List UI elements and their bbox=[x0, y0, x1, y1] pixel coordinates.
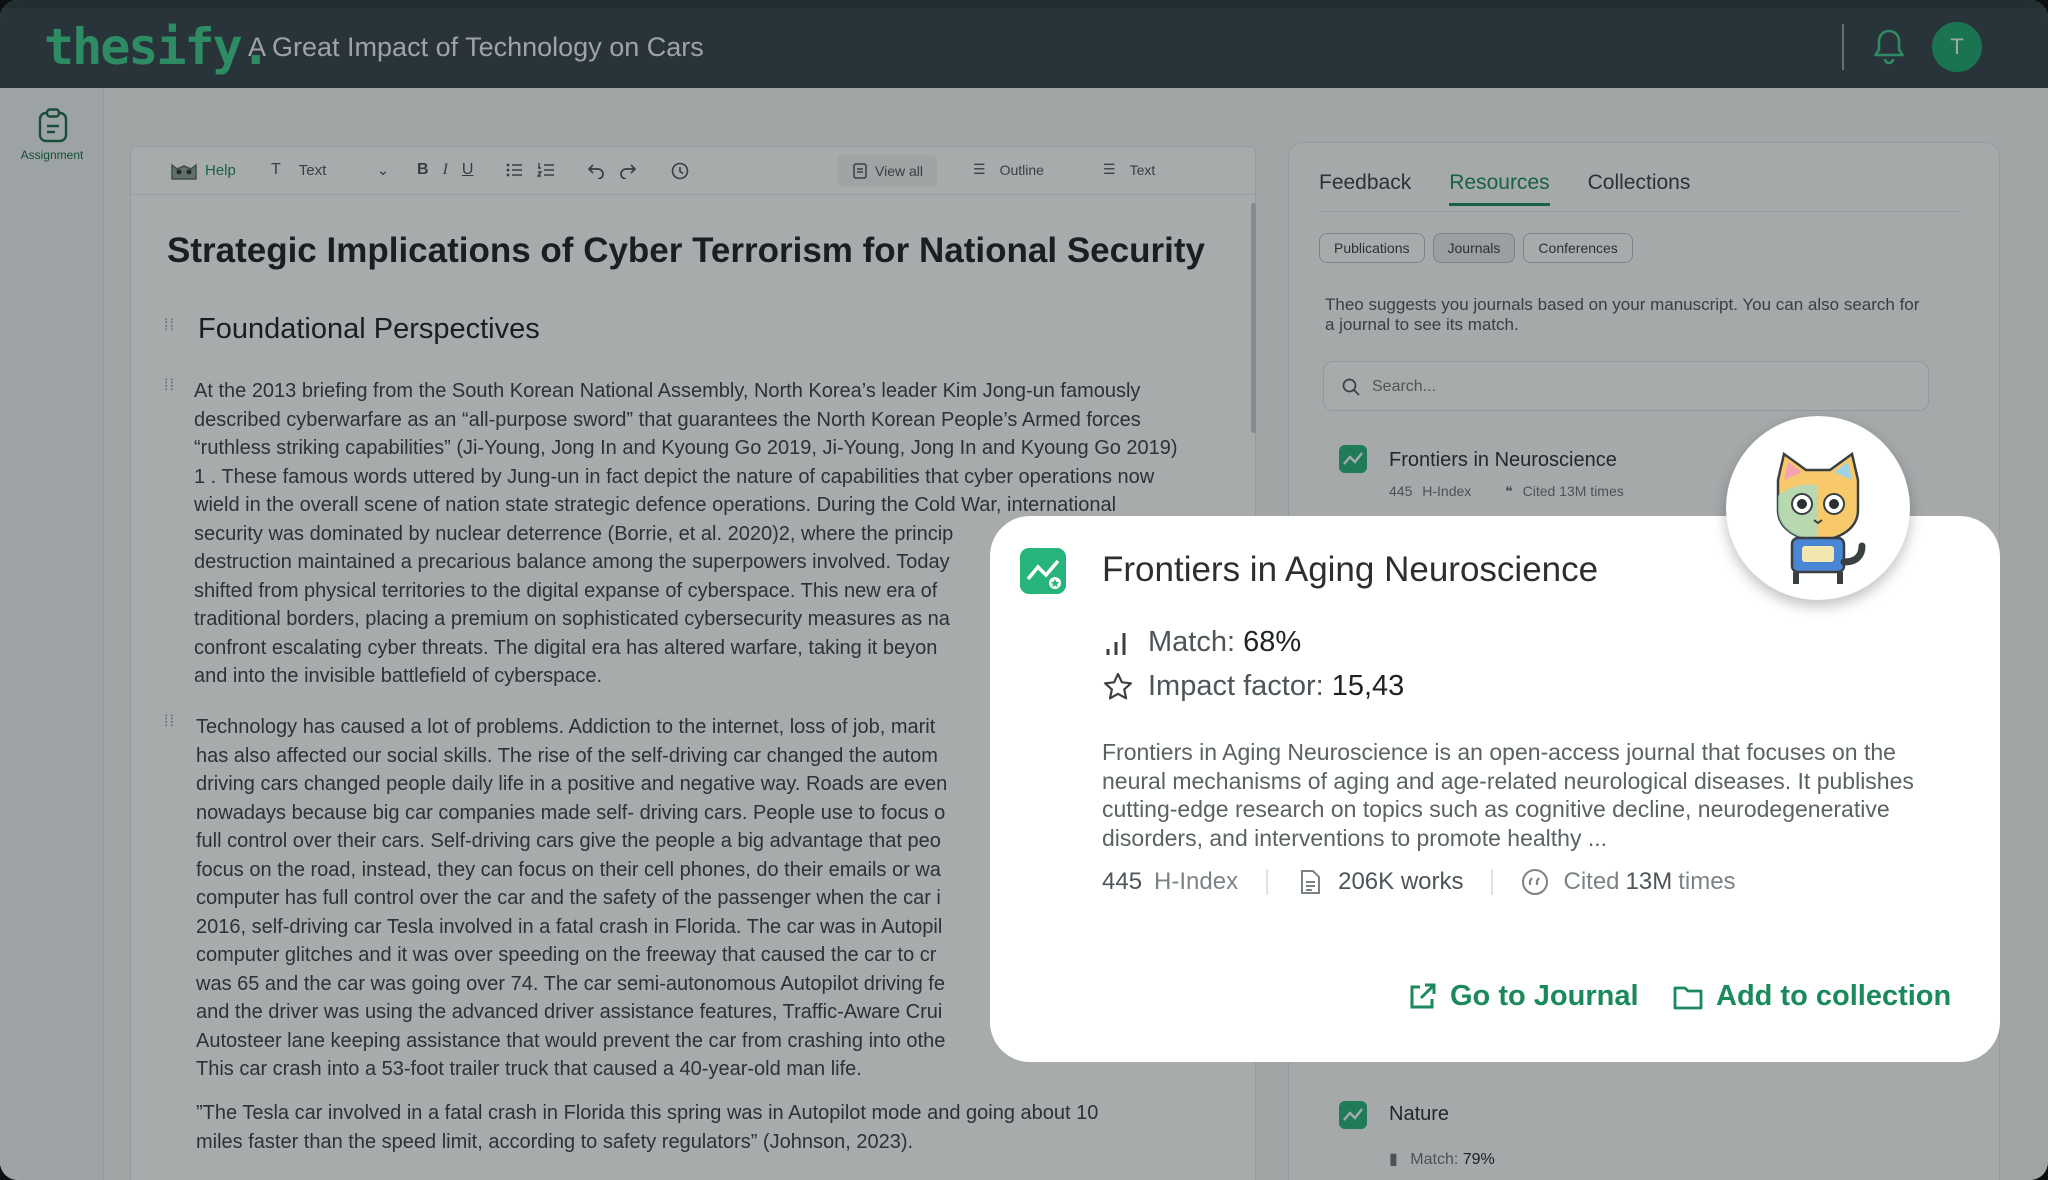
assistant-mascot[interactable] bbox=[1726, 416, 1910, 600]
impact-label: Impact factor: bbox=[1148, 670, 1324, 702]
bar-chart-icon bbox=[1106, 632, 1126, 655]
match-label: Match: bbox=[1148, 626, 1236, 658]
folder-icon bbox=[1673, 986, 1703, 1009]
add-to-collection-button[interactable]: Add to collection bbox=[1672, 980, 1951, 1013]
quote-icon bbox=[1522, 869, 1549, 895]
impact-row: Impact factor: 15,43 bbox=[1102, 670, 1404, 703]
metric-divider bbox=[1266, 869, 1269, 895]
works-count: 206K works bbox=[1338, 868, 1464, 895]
external-link-icon bbox=[1410, 983, 1436, 1008]
h-index-label: H-Index bbox=[1154, 868, 1239, 895]
star-icon bbox=[1104, 672, 1132, 699]
h-index-value: 445 bbox=[1102, 868, 1143, 895]
add-to-collection-label: Add to collection bbox=[1716, 980, 1952, 1012]
journal-detail-card: Frontiers in Aging Neuroscience Match: 6… bbox=[990, 516, 2000, 1062]
document-icon bbox=[1301, 870, 1321, 894]
match-value: 68% bbox=[1243, 626, 1302, 658]
cited-prefix: Cited bbox=[1563, 868, 1620, 895]
impact-value: 15,43 bbox=[1331, 670, 1405, 702]
metric-divider bbox=[1491, 869, 1494, 895]
match-row: Match: 68% bbox=[1102, 626, 1301, 659]
cited-value: 13M bbox=[1625, 868, 1673, 895]
cited-suffix: times bbox=[1678, 868, 1736, 895]
journal-description: Frontiers in Aging Neuroscience is an op… bbox=[1102, 739, 1914, 851]
go-to-journal-button[interactable]: Go to Journal bbox=[1406, 980, 1639, 1013]
journal-logo-icon bbox=[1020, 548, 1066, 594]
cat-mascot-icon bbox=[1776, 451, 1866, 584]
go-to-journal-label: Go to Journal bbox=[1450, 980, 1639, 1012]
journal-title: Frontiers in Aging Neuroscience bbox=[1102, 550, 1599, 589]
journal-metrics: 445 H-Index 206K works Cited 13M times bbox=[1102, 868, 1736, 896]
app-window: thesify. A Great Impact of Technology on… bbox=[0, 0, 2048, 1180]
